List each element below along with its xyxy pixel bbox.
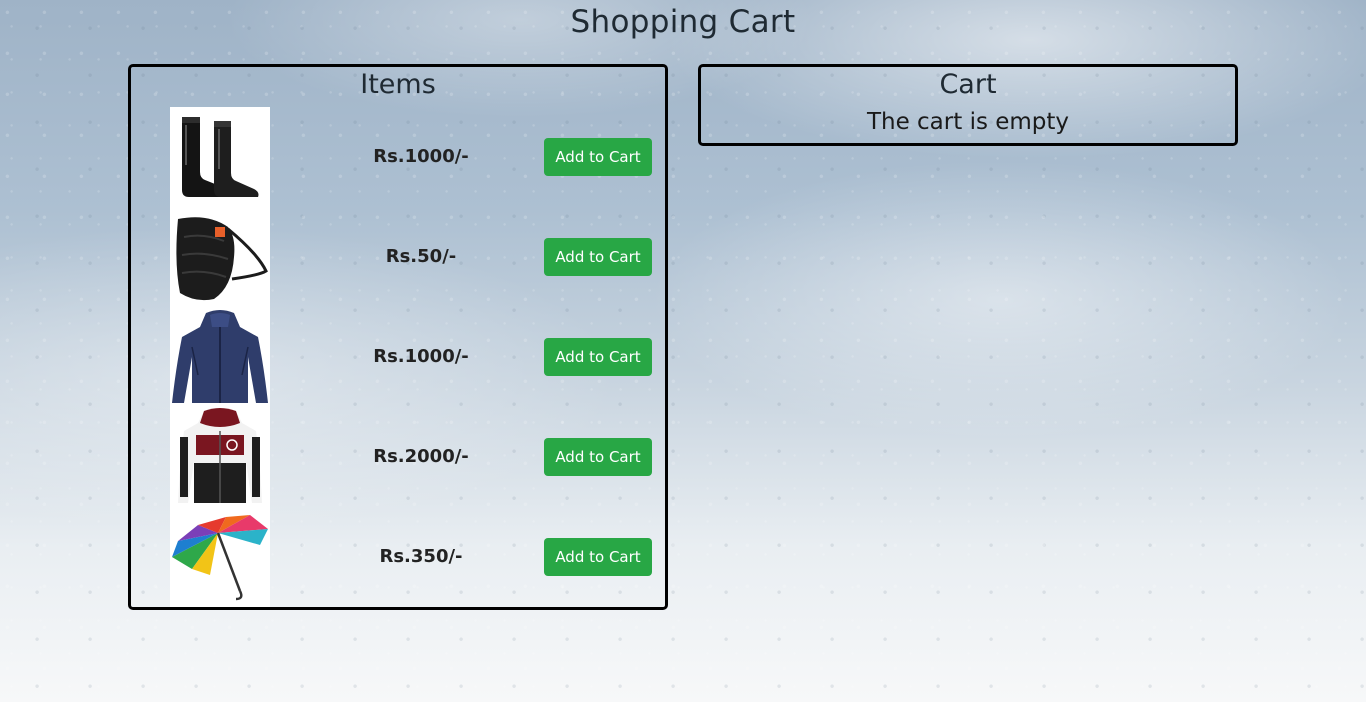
face-mask-image [170, 207, 270, 307]
rain-boots-image [170, 107, 270, 207]
items-panel: Items Rs.1000/- Add to Cart Rs.50/- Add … [128, 64, 668, 610]
add-to-cart-button[interactable]: Add to Cart [544, 138, 652, 176]
add-to-cart-button[interactable]: Add to Cart [544, 338, 652, 376]
add-to-cart-button[interactable]: Add to Cart [544, 238, 652, 276]
list-item: Rs.1000/- Add to Cart [131, 107, 665, 207]
item-price: Rs.50/- [385, 246, 457, 267]
cart-empty-message: The cart is empty [866, 109, 1070, 135]
cart-panel-title: Cart [939, 69, 997, 100]
list-item: Rs.2000/- Add to Cart [131, 407, 665, 507]
item-price: Rs.2000/- [373, 446, 469, 467]
page-title: Shopping Cart [570, 4, 796, 40]
items-panel-title: Items [360, 69, 436, 100]
list-item: Rs.350/- Add to Cart [131, 507, 665, 607]
add-to-cart-button[interactable]: Add to Cart [544, 538, 652, 576]
list-item: Rs.50/- Add to Cart [131, 207, 665, 307]
rain-jacket-image [170, 307, 270, 407]
umbrella-image [170, 507, 270, 607]
item-price: Rs.350/- [379, 546, 463, 567]
hooded-jacket-image [170, 407, 270, 507]
add-to-cart-button[interactable]: Add to Cart [544, 438, 652, 476]
item-price: Rs.1000/- [373, 146, 469, 167]
item-price: Rs.1000/- [373, 346, 469, 367]
cart-panel: Cart The cart is empty [698, 64, 1238, 146]
list-item: Rs.1000/- Add to Cart [131, 307, 665, 407]
